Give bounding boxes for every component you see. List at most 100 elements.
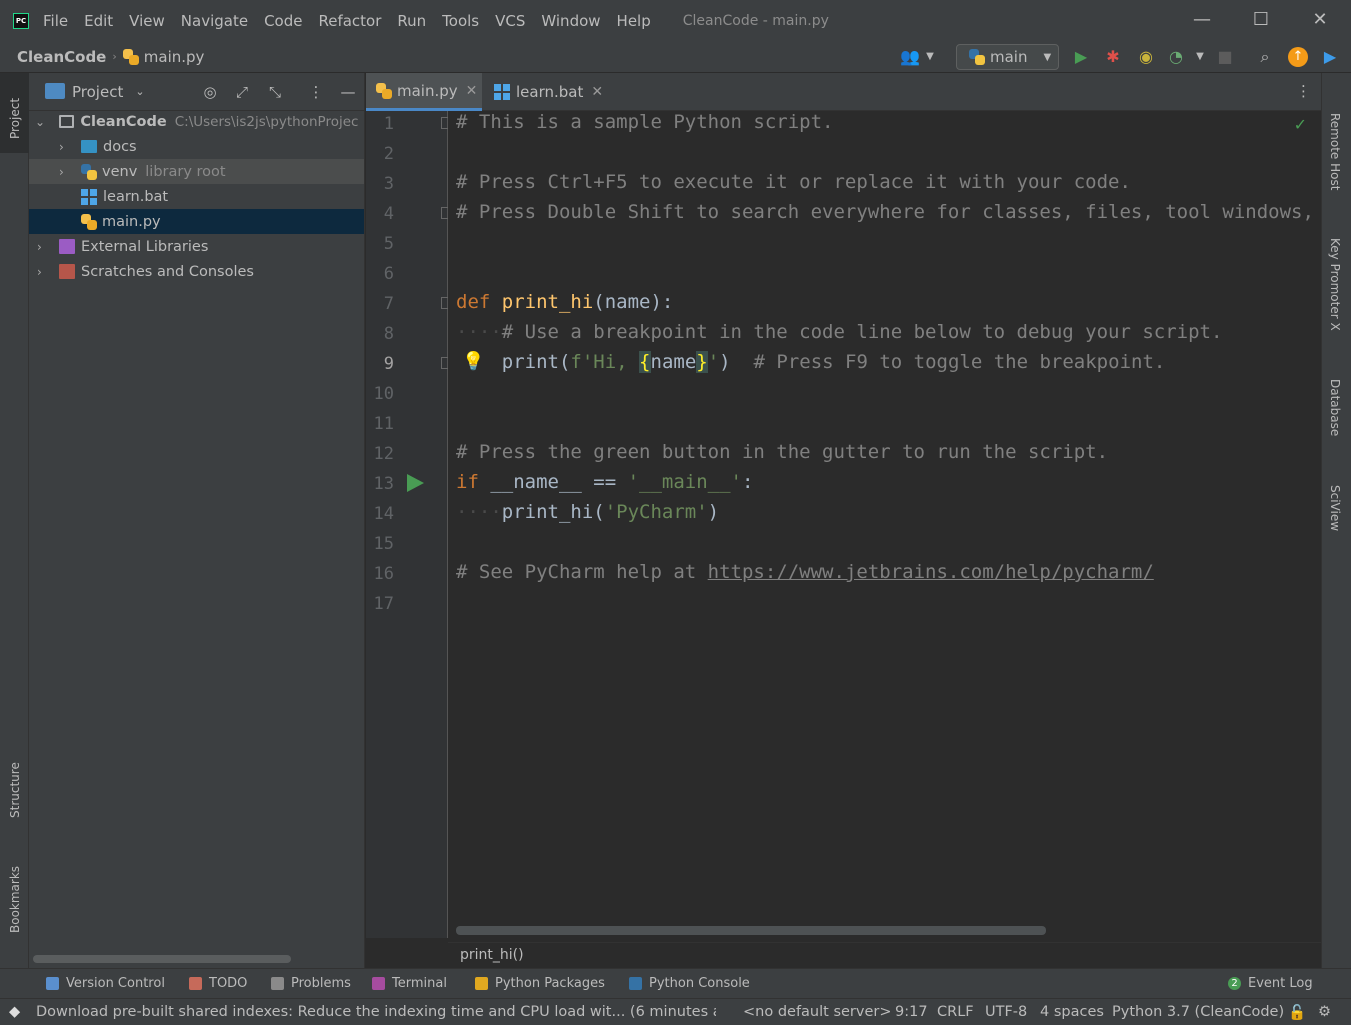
status-interpreter[interactable]: Python 3.7 (CleanCode)	[1112, 1004, 1284, 1020]
tree-item-learn-bat[interactable]: learn.bat	[29, 184, 364, 209]
notification-icon[interactable]: ◆	[9, 1004, 20, 1020]
menu-view[interactable]: View	[129, 12, 165, 30]
database-stripe-label[interactable]: Database	[1328, 379, 1342, 436]
locate-icon[interactable]: ◎	[200, 82, 220, 102]
chevron-down-icon[interactable]: ⌄	[35, 115, 45, 129]
breadcrumb-function[interactable]: print_hi()	[460, 947, 524, 963]
code-line-14: ····print_hi('PyCharm')	[456, 501, 719, 523]
tree-root-path: C:\Users\is2js\pythonProjec	[174, 113, 359, 130]
close-window-button[interactable]: ✕	[1305, 8, 1335, 32]
tab-options-icon[interactable]: ⋮	[1296, 82, 1311, 100]
menu-file[interactable]: File	[43, 12, 68, 30]
menu-navigate[interactable]: Navigate	[181, 12, 248, 30]
todo-tool[interactable]: TODO	[189, 976, 247, 991]
run-gutter-icon[interactable]	[407, 474, 424, 492]
breadcrumb-file[interactable]: main.py	[144, 48, 205, 66]
editor-gutter[interactable]: 1 2 3 4 5 6 7 8 9 10 11 12 13 14 15 16 1…	[366, 111, 448, 938]
chevron-right-icon[interactable]: ›	[59, 165, 64, 179]
help-link[interactable]: https://www.jetbrains.com/help/pycharm/	[708, 561, 1154, 583]
menu-vcs[interactable]: VCS	[495, 12, 525, 30]
inspector-icon[interactable]: ⚙	[1318, 1004, 1331, 1020]
status-position[interactable]: 9:17	[895, 1004, 928, 1020]
call-print-hi: print_hi(	[501, 501, 605, 523]
tree-item-external-libraries[interactable]: › External Libraries	[29, 234, 364, 259]
breadcrumb-project[interactable]: CleanCode	[17, 48, 106, 66]
users-icon[interactable]: 👥	[900, 47, 920, 67]
problems-tool[interactable]: Problems	[271, 976, 351, 991]
close-tab-icon[interactable]: ✕	[591, 84, 603, 100]
maximize-button[interactable]: ☐	[1246, 8, 1276, 32]
coverage-icon[interactable]: ◉	[1136, 47, 1156, 67]
status-encoding[interactable]: UTF-8	[985, 1004, 1027, 1020]
python-packages-tool[interactable]: Python Packages	[475, 976, 605, 991]
python-file-icon	[81, 213, 97, 230]
menu-help[interactable]: Help	[617, 12, 651, 30]
menu-refactor[interactable]: Refactor	[318, 12, 381, 30]
menu-run[interactable]: Run	[397, 12, 426, 30]
search-icon[interactable]: ⌕	[1255, 47, 1275, 67]
print-close: )	[719, 351, 731, 373]
tree-venv-hint: library root	[145, 163, 226, 180]
menu-window[interactable]: Window	[541, 12, 600, 30]
project-horizontal-scrollbar[interactable]	[33, 955, 291, 963]
title-bar: PC File Edit View Navigate Code Refactor…	[0, 0, 1351, 41]
bookmarks-stripe-label[interactable]: Bookmarks	[8, 866, 22, 933]
terminal-tool[interactable]: Terminal	[372, 976, 447, 991]
code-line-12: # Press the green button in the gutter t…	[456, 441, 1109, 463]
tree-venv-label: venv	[102, 163, 138, 180]
version-control-tool[interactable]: Version Control	[46, 976, 165, 991]
run-configuration-select[interactable]: main ▼	[956, 44, 1059, 70]
remote-host-stripe-label[interactable]: Remote Host	[1328, 113, 1342, 190]
event-log-tool[interactable]: 2 Event Log	[1228, 976, 1313, 991]
python-console-tool[interactable]: Python Console	[629, 976, 750, 991]
tab-learn-bat[interactable]: learn.bat ✕	[484, 73, 604, 111]
editor-horizontal-scrollbar[interactable]	[456, 926, 1046, 935]
status-message[interactable]: Download pre-built shared indexes: Reduc…	[36, 1004, 716, 1020]
hide-icon[interactable]: —	[338, 82, 358, 102]
minimize-button[interactable]: —	[1187, 8, 1217, 32]
tree-item-main-py[interactable]: main.py	[29, 209, 364, 234]
chevron-down-icon[interactable]: ▼	[1190, 47, 1210, 67]
expand-all-icon[interactable]: ⤢	[232, 82, 252, 102]
code-editor[interactable]: # This is a sample Python script. # Pres…	[448, 111, 1321, 938]
status-indent[interactable]: 4 spaces	[1040, 1004, 1104, 1020]
profile-icon[interactable]: ◔	[1166, 47, 1186, 67]
close-tab-icon[interactable]: ✕	[466, 83, 478, 99]
python-file-icon	[122, 48, 139, 65]
tree-item-venv[interactable]: › venv library root	[29, 159, 364, 184]
batch-file-icon	[81, 188, 97, 205]
tree-item-cleancode[interactable]: ⌄ CleanCode C:\Users\is2js\pythonProjec	[29, 109, 364, 134]
sciview-stripe-label[interactable]: SciView	[1328, 485, 1342, 531]
project-panel-title[interactable]: Project	[72, 83, 123, 101]
stop-icon[interactable]: ■	[1215, 47, 1235, 67]
tree-item-docs[interactable]: › docs	[29, 134, 364, 159]
terminal-label: Terminal	[392, 976, 447, 991]
line-number: 6	[383, 264, 394, 284]
chevron-right-icon[interactable]: ›	[37, 240, 42, 254]
inspection-ok-icon[interactable]: ✓	[1294, 115, 1307, 134]
chevron-right-icon[interactable]: ›	[59, 140, 64, 154]
line-number: 16	[373, 564, 394, 584]
lock-icon[interactable]: 🔓	[1288, 1004, 1306, 1021]
debug-icon[interactable]: ✱	[1103, 47, 1123, 67]
structure-stripe-label[interactable]: Structure	[8, 762, 22, 818]
status-server[interactable]: <no default server>	[743, 1004, 892, 1020]
menu-edit[interactable]: Edit	[84, 12, 113, 30]
tree-item-scratches[interactable]: › Scratches and Consoles	[29, 259, 364, 284]
run-icon[interactable]: ▶	[1071, 47, 1091, 67]
collapse-all-icon[interactable]: ⤡	[265, 82, 285, 102]
menu-code[interactable]: Code	[264, 12, 302, 30]
menu-tools[interactable]: Tools	[442, 12, 479, 30]
tab-main-py[interactable]: main.py ✕	[366, 73, 482, 111]
chevron-right-icon[interactable]: ›	[37, 265, 42, 279]
update-icon[interactable]: ↑	[1288, 47, 1308, 67]
chevron-down-icon[interactable]: ⌄	[135, 85, 144, 98]
key-promoter-stripe-label[interactable]: Key Promoter X	[1328, 238, 1342, 331]
print-call: print(	[501, 351, 571, 373]
lightbulb-icon[interactable]: 💡	[462, 351, 484, 372]
options-icon[interactable]: ⋮	[306, 82, 326, 102]
project-stripe-label[interactable]: Project	[8, 98, 22, 139]
status-line-separator[interactable]: CRLF	[937, 1004, 974, 1020]
chevron-down-icon[interactable]: ▼	[920, 47, 940, 67]
code-with-me-icon[interactable]: ▶	[1320, 47, 1340, 67]
